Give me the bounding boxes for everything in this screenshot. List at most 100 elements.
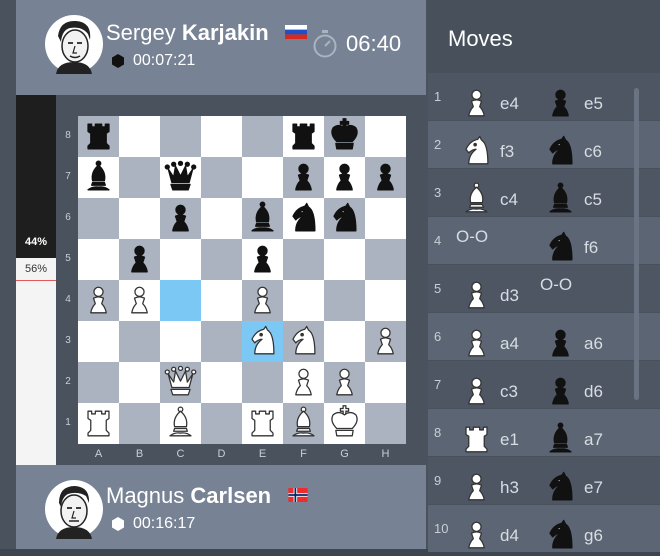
white-pawn-icon[interactable] — [365, 321, 406, 362]
white-move[interactable]: c4 — [456, 179, 518, 220]
white-rook-icon[interactable] — [242, 403, 283, 444]
square-b4[interactable] — [119, 280, 160, 321]
square-d6[interactable] — [201, 198, 242, 239]
move-row[interactable]: 3 c4 c5 — [428, 169, 660, 216]
square-d1[interactable] — [201, 403, 242, 444]
white-pawn-icon[interactable] — [324, 362, 365, 403]
black-move[interactable]: f6 — [540, 227, 598, 268]
black-bishop-icon[interactable] — [242, 198, 283, 239]
white-move[interactable]: d4 — [456, 515, 519, 556]
black-move[interactable]: c5 — [540, 179, 602, 220]
black-move[interactable]: a6 — [540, 323, 603, 364]
black-move[interactable]: c6 — [540, 131, 602, 172]
white-move[interactable]: O-O — [456, 227, 488, 247]
square-g5[interactable] — [324, 239, 365, 280]
square-g1[interactable] — [324, 403, 365, 444]
square-c8[interactable] — [160, 116, 201, 157]
square-a1[interactable] — [78, 403, 119, 444]
move-row[interactable]: 7 c3 d6 — [428, 361, 660, 408]
black-move[interactable]: e5 — [540, 83, 603, 124]
square-f4[interactable] — [283, 280, 324, 321]
square-b3[interactable] — [119, 321, 160, 362]
black-rook-icon[interactable] — [78, 116, 119, 157]
black-pawn-icon[interactable] — [119, 239, 160, 280]
square-h5[interactable] — [365, 239, 406, 280]
square-h7[interactable] — [365, 157, 406, 198]
move-row[interactable]: 9 h3 e7 — [428, 457, 660, 504]
white-knight-icon[interactable] — [242, 321, 283, 362]
black-move[interactable]: a7 — [540, 419, 603, 460]
white-bishop-icon[interactable] — [160, 403, 201, 444]
square-b5[interactable] — [119, 239, 160, 280]
move-row[interactable]: 10 d4 g6 — [428, 505, 660, 552]
square-h1[interactable] — [365, 403, 406, 444]
square-e5[interactable] — [242, 239, 283, 280]
square-e1[interactable] — [242, 403, 283, 444]
square-c6[interactable] — [160, 198, 201, 239]
square-e6[interactable] — [242, 198, 283, 239]
square-a3[interactable] — [78, 321, 119, 362]
square-f8[interactable] — [283, 116, 324, 157]
white-move[interactable]: d3 — [456, 275, 519, 316]
square-h6[interactable] — [365, 198, 406, 239]
square-f3[interactable] — [283, 321, 324, 362]
square-d7[interactable] — [201, 157, 242, 198]
square-c2[interactable] — [160, 362, 201, 403]
square-d5[interactable] — [201, 239, 242, 280]
square-a2[interactable] — [78, 362, 119, 403]
square-e7[interactable] — [242, 157, 283, 198]
white-move[interactable]: a4 — [456, 323, 519, 364]
black-bishop-icon[interactable] — [78, 157, 119, 198]
square-f6[interactable] — [283, 198, 324, 239]
white-queen-icon[interactable] — [160, 362, 201, 403]
square-f1[interactable] — [283, 403, 324, 444]
square-c7[interactable] — [160, 157, 201, 198]
black-move[interactable]: O-O — [540, 275, 572, 295]
square-h3[interactable] — [365, 321, 406, 362]
white-knight-icon[interactable] — [283, 321, 324, 362]
square-g7[interactable] — [324, 157, 365, 198]
white-move[interactable]: h3 — [456, 467, 519, 508]
square-b2[interactable] — [119, 362, 160, 403]
square-g3[interactable] — [324, 321, 365, 362]
black-pawn-icon[interactable] — [160, 198, 201, 239]
black-knight-icon[interactable] — [283, 198, 324, 239]
square-b7[interactable] — [119, 157, 160, 198]
move-row[interactable]: 6 a4 a6 — [428, 313, 660, 360]
square-g2[interactable] — [324, 362, 365, 403]
chessboard[interactable] — [78, 116, 406, 444]
white-pawn-icon[interactable] — [119, 280, 160, 321]
white-bishop-icon[interactable] — [283, 403, 324, 444]
move-row[interactable]: 4 O-O f6 — [428, 217, 660, 264]
square-c5[interactable] — [160, 239, 201, 280]
black-king-icon[interactable] — [324, 116, 365, 157]
black-pawn-icon[interactable] — [324, 157, 365, 198]
square-a5[interactable] — [78, 239, 119, 280]
square-b1[interactable] — [119, 403, 160, 444]
square-a4[interactable] — [78, 280, 119, 321]
square-g8[interactable] — [324, 116, 365, 157]
move-row[interactable]: 5 d3 O-O — [428, 265, 660, 312]
square-d3[interactable] — [201, 321, 242, 362]
black-pawn-icon[interactable] — [283, 157, 324, 198]
square-c4[interactable] — [160, 280, 201, 321]
square-h2[interactable] — [365, 362, 406, 403]
white-move[interactable]: f3 — [456, 131, 514, 172]
white-move[interactable]: e4 — [456, 83, 519, 124]
square-g6[interactable] — [324, 198, 365, 239]
square-e2[interactable] — [242, 362, 283, 403]
black-queen-icon[interactable] — [160, 157, 201, 198]
square-c3[interactable] — [160, 321, 201, 362]
black-rook-icon[interactable] — [283, 116, 324, 157]
square-f2[interactable] — [283, 362, 324, 403]
black-pawn-icon[interactable] — [365, 157, 406, 198]
black-move[interactable]: e7 — [540, 467, 603, 508]
white-pawn-icon[interactable] — [78, 280, 119, 321]
square-b6[interactable] — [119, 198, 160, 239]
square-f5[interactable] — [283, 239, 324, 280]
white-rook-icon[interactable] — [78, 403, 119, 444]
square-d8[interactable] — [201, 116, 242, 157]
white-move[interactable]: e1 — [456, 419, 519, 460]
square-a8[interactable] — [78, 116, 119, 157]
move-list-scrollbar[interactable] — [634, 88, 639, 400]
